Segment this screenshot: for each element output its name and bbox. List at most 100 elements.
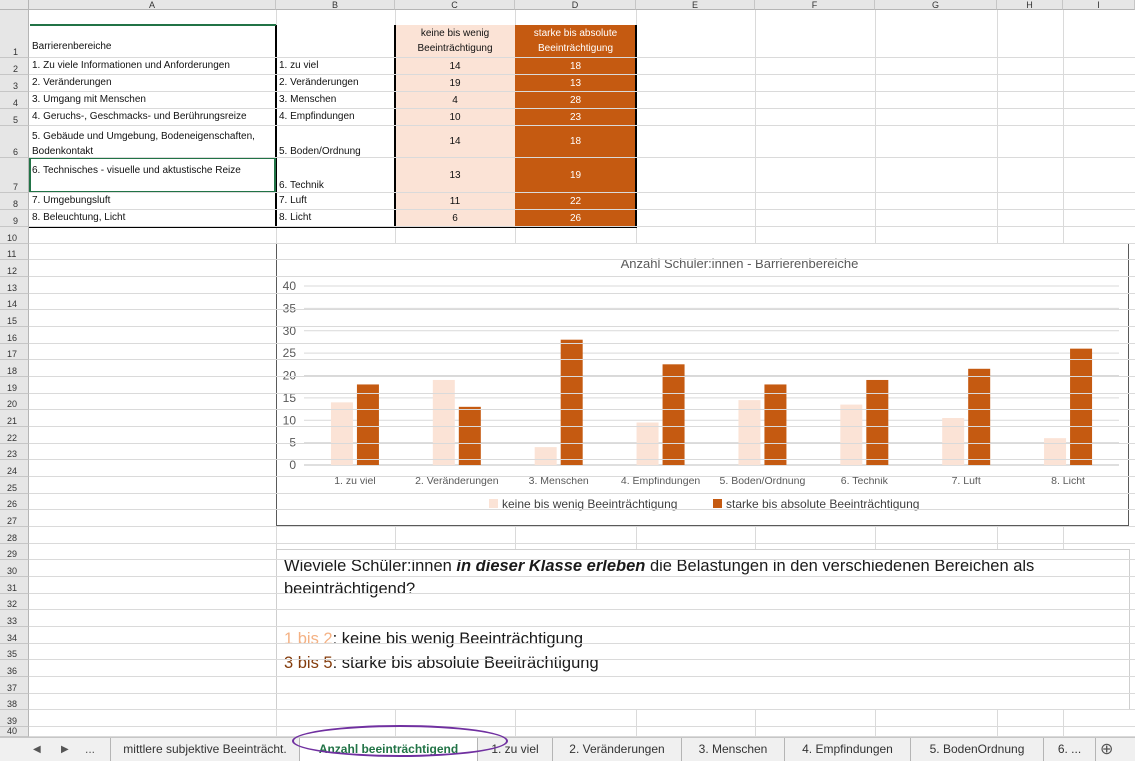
cell-c4[interactable]: 4 [395, 92, 515, 109]
row-header-13[interactable]: 13 [0, 277, 29, 294]
tab-prev-button[interactable]: ◀ [33, 738, 41, 761]
row-header-6[interactable]: 6 [0, 126, 29, 158]
cell-d1[interactable]: starke bis absolute Beeinträchtigung [515, 25, 636, 58]
cell-a4[interactable]: 3. Umgang mit Menschen [29, 94, 276, 105]
tab-mittlere-subjektiv[interactable]: mittlere subjektive Beeinträcht. [110, 738, 300, 761]
row-header-33[interactable]: 33 [0, 610, 29, 627]
cell-b4[interactable]: 3. Menschen [276, 94, 395, 105]
row-header-3[interactable]: 3 [0, 75, 29, 92]
cell-b5[interactable]: 4. Empfindungen [276, 111, 395, 122]
cell-b3[interactable]: 2. Veränderungen [276, 77, 395, 88]
cell-a9[interactable]: 8. Beleuchtung, Licht [29, 212, 276, 223]
column-header-a[interactable]: A [29, 0, 276, 10]
spreadsheet-grid[interactable]: A B C D E F G H I Barrierenbereiche kein… [0, 0, 1135, 737]
column-header-e[interactable]: E [636, 0, 755, 10]
add-sheet-icon[interactable]: ⊕ [1100, 738, 1113, 761]
cell-a3[interactable]: 2. Veränderungen [29, 77, 276, 88]
cell-a5[interactable]: 4. Geruchs-, Geschmacks- und Berührungsr… [29, 111, 276, 122]
row-header-25[interactable]: 25 [0, 477, 29, 494]
tab-bodenordnung[interactable]: 5. BodenOrdnung [911, 738, 1044, 761]
cell-c3[interactable]: 19 [395, 75, 515, 92]
tab-menschen[interactable]: 3. Menschen [682, 738, 785, 761]
row-header-22[interactable]: 22 [0, 427, 29, 444]
cell-b2[interactable]: 1. zu viel [276, 60, 395, 71]
cell-a6[interactable]: 5. Gebäude und Umgebung, Bodeneigenschaf… [29, 129, 276, 159]
row-header-4[interactable]: 4 [0, 92, 29, 109]
row-header-26[interactable]: 26 [0, 494, 29, 510]
cell-c8[interactable]: 11 [395, 193, 515, 210]
row-header-34[interactable]: 34 [0, 627, 29, 644]
row-header-5[interactable]: 5 [0, 109, 29, 126]
row-header-15[interactable]: 15 [0, 310, 29, 327]
cell-a8[interactable]: 7. Umgebungsluft [29, 195, 276, 206]
row-header-16[interactable]: 16 [0, 327, 29, 344]
row-header-20[interactable]: 20 [0, 394, 29, 410]
row-header-7[interactable]: 7 [0, 158, 29, 193]
row-header-35[interactable]: 35 [0, 644, 29, 660]
tab-next-button[interactable]: ▶ [61, 738, 69, 761]
column-header-d[interactable]: D [515, 0, 636, 10]
cell-d8[interactable]: 22 [515, 193, 636, 210]
cell-c9[interactable]: 6 [395, 210, 515, 227]
row-header-36[interactable]: 36 [0, 660, 29, 677]
row-header-17[interactable]: 17 [0, 344, 29, 360]
cell-c7[interactable]: 13 [395, 158, 515, 193]
column-header-c[interactable]: C [395, 0, 515, 10]
tab-zu-viel[interactable]: 1. zu viel [478, 738, 553, 761]
row-header-24[interactable]: 24 [0, 460, 29, 477]
column-header-i[interactable]: I [1063, 0, 1135, 10]
row-header-12[interactable]: 12 [0, 260, 29, 277]
row-header-29[interactable]: 29 [0, 544, 29, 560]
selected-cell-a7[interactable] [29, 157, 276, 193]
cell-d6[interactable]: 18 [515, 126, 636, 158]
row-header-31[interactable]: 31 [0, 577, 29, 594]
row-header-11[interactable]: 11 [0, 244, 29, 260]
cell-b9[interactable]: 8. Licht [276, 212, 395, 223]
cell-d7[interactable]: 19 [515, 158, 636, 193]
cell-b7[interactable]: 6. Technik [276, 180, 395, 191]
row-header-18[interactable]: 18 [0, 360, 29, 377]
row-header-8[interactable]: 8 [0, 193, 29, 210]
cell-c2[interactable]: 14 [395, 58, 515, 75]
row-header-40[interactable]: 40 [0, 726, 29, 737]
row-header-30[interactable]: 30 [0, 560, 29, 577]
cell-c6[interactable]: 14 [395, 126, 515, 158]
row-header-21[interactable]: 21 [0, 410, 29, 427]
description-textbox[interactable]: Wieviele Schüler:innen in dieser Klasse … [276, 549, 1130, 710]
tab-empfindungen[interactable]: 4. Empfindungen [785, 738, 911, 761]
row-header-27[interactable]: 27 [0, 510, 29, 527]
cell-d4[interactable]: 28 [515, 92, 636, 109]
row-header-32[interactable]: 32 [0, 594, 29, 610]
row-header-9[interactable]: 9 [0, 210, 29, 227]
cell-c1[interactable]: keine bis wenig Beeinträchtigung [395, 25, 515, 58]
column-header-b[interactable]: B [276, 0, 395, 10]
cell-c5[interactable]: 10 [395, 109, 515, 126]
row-header-10[interactable]: 10 [0, 227, 29, 244]
tab-veraenderungen[interactable]: 2. Veränderungen [553, 738, 682, 761]
row-header-37[interactable]: 37 [0, 677, 29, 694]
row-header-28[interactable]: 28 [0, 527, 29, 544]
tab-more-sheets[interactable]: 6. ... [1044, 738, 1096, 761]
bar-chart[interactable]: Anzahl Schüler:innen - Barrierenbereiche… [276, 243, 1129, 526]
tab-anzahl-beeintraechtigend[interactable]: Anzahl beeinträchtigend [300, 738, 478, 761]
row-header-1[interactable]: 1 [0, 10, 29, 58]
tab-more-button[interactable]: ... [85, 738, 95, 761]
column-header-g[interactable]: G [875, 0, 997, 10]
row-header-14[interactable]: 14 [0, 294, 29, 310]
row-header-2[interactable]: 2 [0, 58, 29, 75]
bar-series1-6 [840, 404, 863, 465]
select-all-corner[interactable] [0, 0, 29, 10]
cell-d2[interactable]: 18 [515, 58, 636, 75]
column-header-h[interactable]: H [997, 0, 1063, 10]
cell-b8[interactable]: 7. Luft [276, 195, 395, 206]
column-header-f[interactable]: F [755, 0, 875, 10]
row-header-38[interactable]: 38 [0, 694, 29, 710]
cell-d9[interactable]: 26 [515, 210, 636, 227]
cell-d5[interactable]: 23 [515, 109, 636, 126]
cell-d3[interactable]: 13 [515, 75, 636, 92]
row-header-19[interactable]: 19 [0, 377, 29, 394]
row-header-39[interactable]: 39 [0, 710, 29, 727]
row-header-23[interactable]: 23 [0, 444, 29, 460]
cell-b6[interactable]: 5. Boden/Ordnung [276, 146, 395, 157]
cell-a2[interactable]: 1. Zu viele Informationen und Anforderun… [29, 60, 276, 71]
